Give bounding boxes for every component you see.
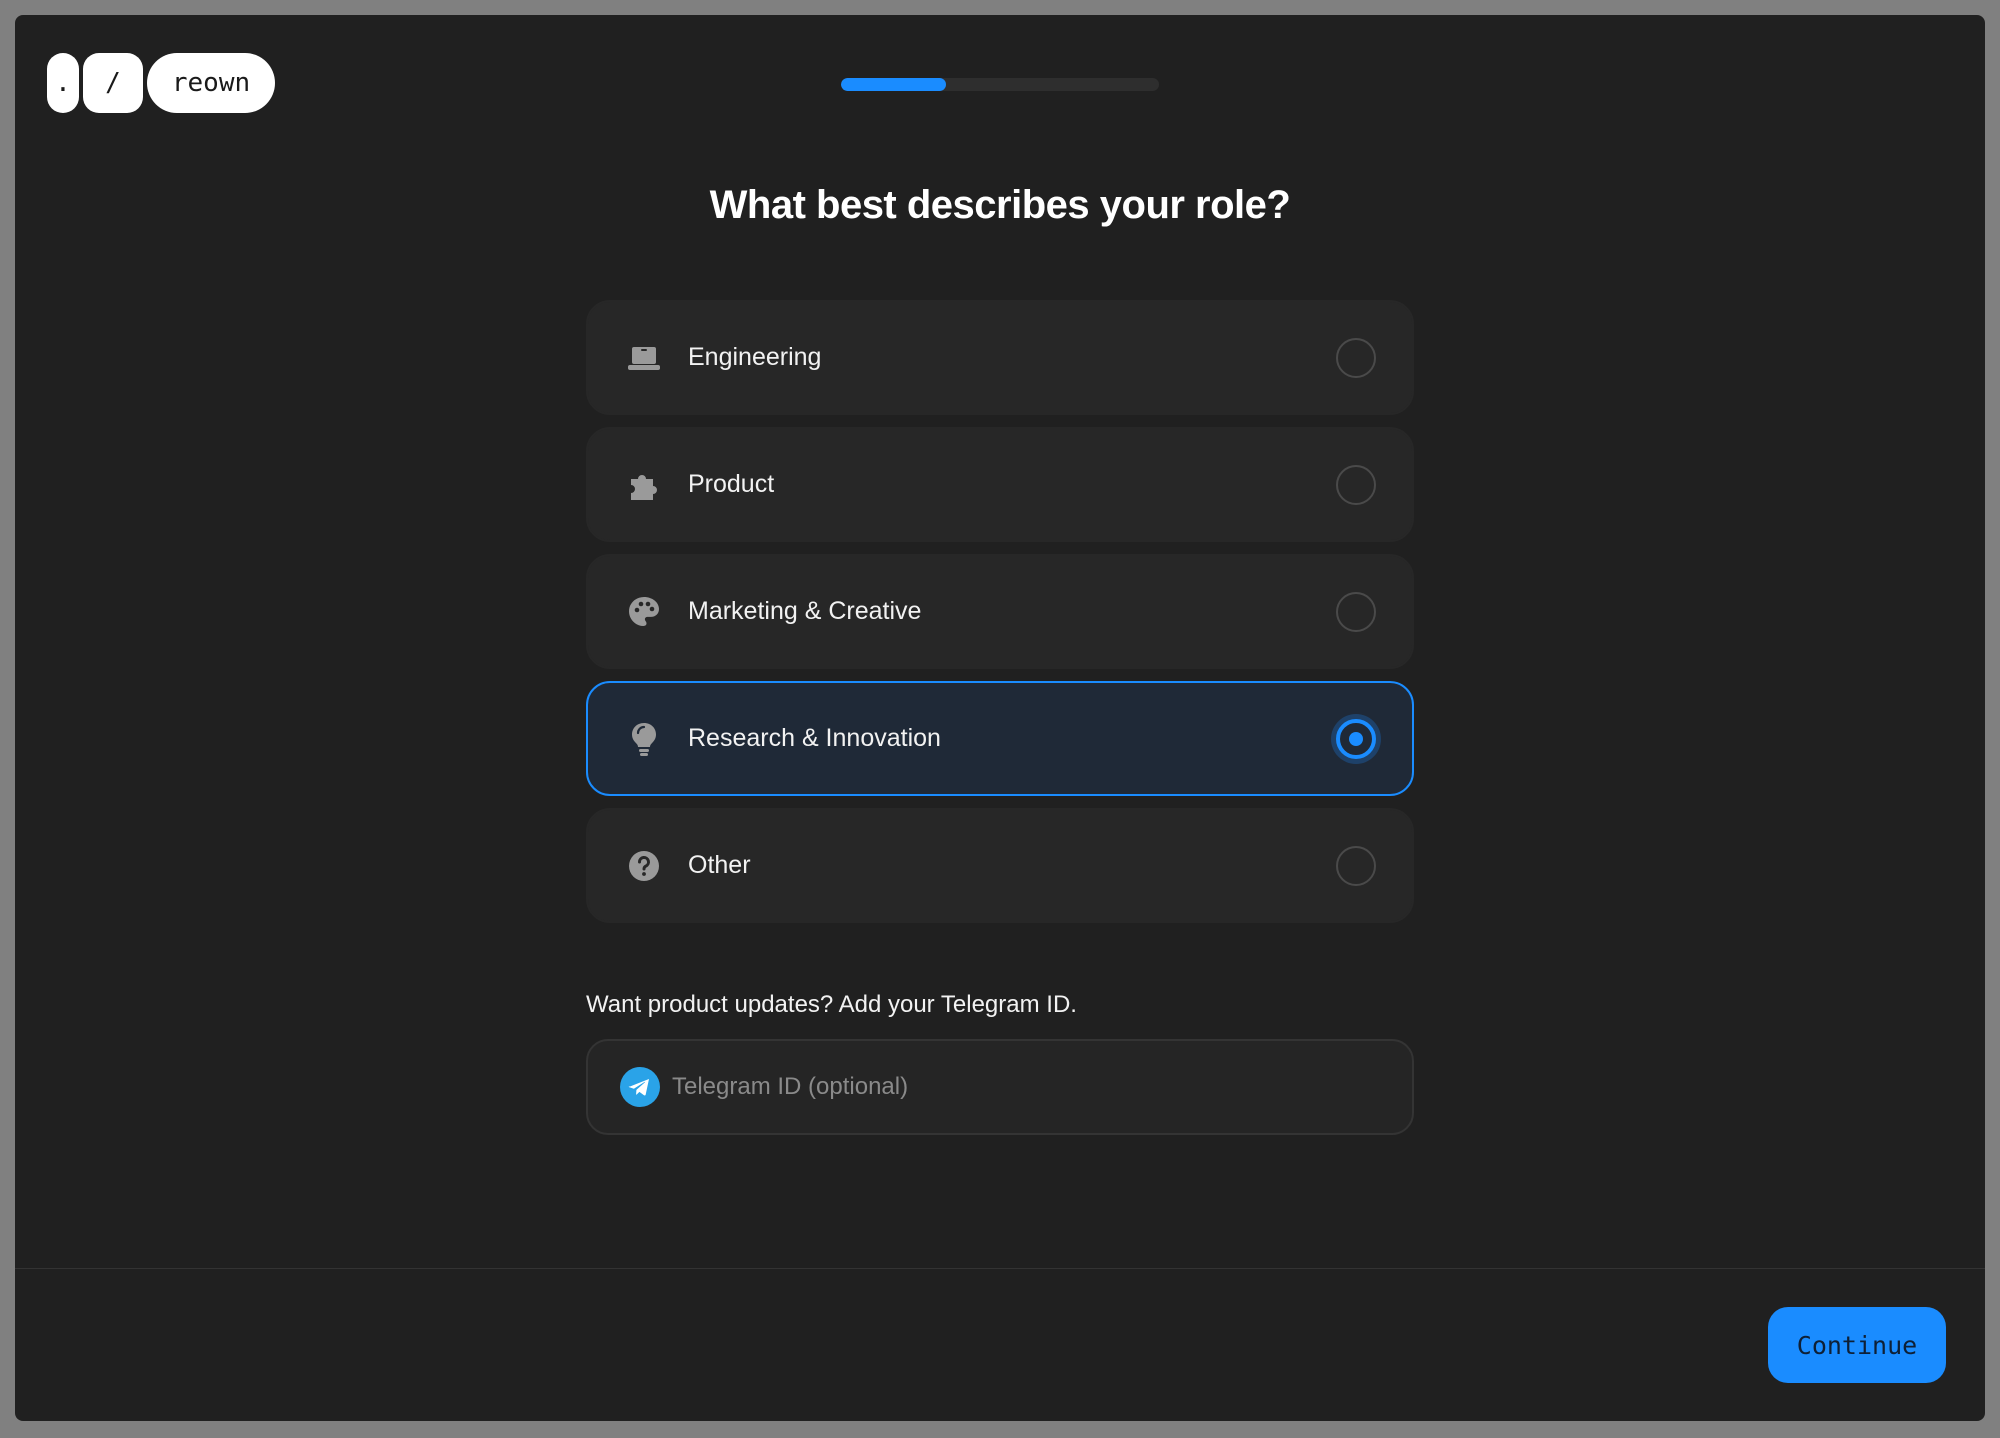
logo-wordmark: reown — [147, 53, 275, 113]
role-option-other[interactable]: Other — [586, 808, 1414, 923]
role-option-label: Research & Innovation — [688, 724, 941, 752]
role-option-marketing-creative[interactable]: Marketing & Creative — [586, 554, 1414, 669]
continue-button[interactable]: Continue — [1768, 1307, 1946, 1383]
progress-bar-fill — [841, 78, 946, 91]
role-option-label: Product — [688, 470, 775, 498]
role-option-label: Other — [688, 851, 751, 879]
lightbulb-icon — [626, 721, 662, 757]
telegram-prompt: Want product updates? Add your Telegram … — [586, 991, 1077, 1018]
footer-divider — [15, 1268, 1985, 1269]
radio-button[interactable] — [1336, 845, 1376, 886]
progress-bar — [841, 78, 1159, 91]
logo-slash: / — [83, 53, 143, 113]
radio-button[interactable] — [1336, 337, 1376, 378]
telegram-field[interactable] — [586, 1039, 1414, 1135]
onboarding-window: . / reown What best describes your role?… — [15, 15, 1985, 1421]
radio-button[interactable] — [1336, 464, 1376, 505]
role-options: Engineering Product Marketing & Creative… — [586, 300, 1414, 935]
role-option-label: Marketing & Creative — [688, 597, 922, 625]
role-option-product[interactable]: Product — [586, 427, 1414, 542]
telegram-id-input[interactable] — [672, 1041, 1392, 1133]
role-option-engineering[interactable]: Engineering — [586, 300, 1414, 415]
role-option-label: Engineering — [688, 343, 822, 371]
reown-logo: . / reown — [47, 53, 275, 113]
palette-icon — [626, 594, 662, 630]
laptop-icon — [626, 340, 662, 376]
radio-button[interactable] — [1336, 591, 1376, 632]
logo-dot: . — [47, 53, 79, 113]
telegram-icon — [620, 1067, 660, 1107]
puzzle-icon — [626, 467, 662, 503]
radio-button-selected[interactable] — [1336, 718, 1376, 759]
role-option-research-innovation[interactable]: Research & Innovation — [586, 681, 1414, 796]
question-circle-icon — [626, 848, 662, 884]
page-title: What best describes your role? — [709, 183, 1291, 227]
